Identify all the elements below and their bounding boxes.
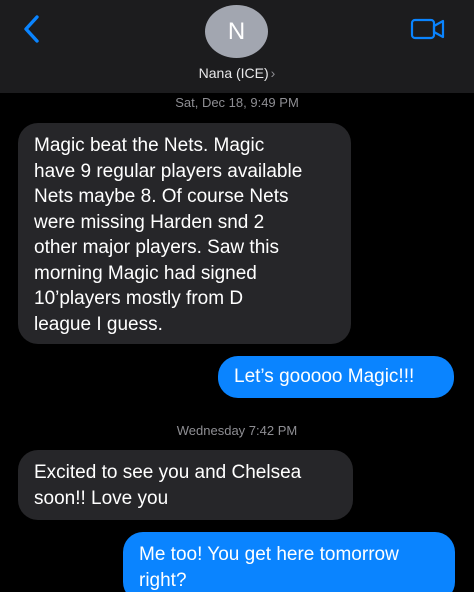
conversation-header: N Nana (ICE) › bbox=[0, 0, 474, 93]
incoming-message-bubble[interactable]: Excited to see you and Chelsea soon!! Lo… bbox=[18, 450, 353, 520]
video-camera-icon bbox=[410, 18, 445, 40]
contact-name: Nana (ICE) bbox=[198, 65, 269, 81]
incoming-message-bubble[interactable]: Magic beat the Nets. Magic have 9 regula… bbox=[18, 123, 351, 344]
chevron-left-icon bbox=[24, 15, 39, 43]
timestamp: Sat, Dec 18, 9:49 PM bbox=[175, 95, 299, 110]
avatar[interactable]: N bbox=[205, 5, 268, 58]
contact-name-button[interactable]: Nana (ICE) › bbox=[0, 65, 474, 81]
video-call-button[interactable] bbox=[410, 16, 446, 42]
outgoing-message-bubble[interactable]: Me too! You get here tomorrow right? bbox=[123, 532, 455, 592]
chevron-right-icon: › bbox=[270, 65, 276, 81]
timestamp: Wednesday 7:42 PM bbox=[176, 423, 298, 438]
back-button[interactable] bbox=[16, 12, 46, 46]
outgoing-message-bubble[interactable]: Let’s gooooo Magic!!! bbox=[218, 356, 454, 398]
avatar-initial: N bbox=[227, 17, 246, 45]
